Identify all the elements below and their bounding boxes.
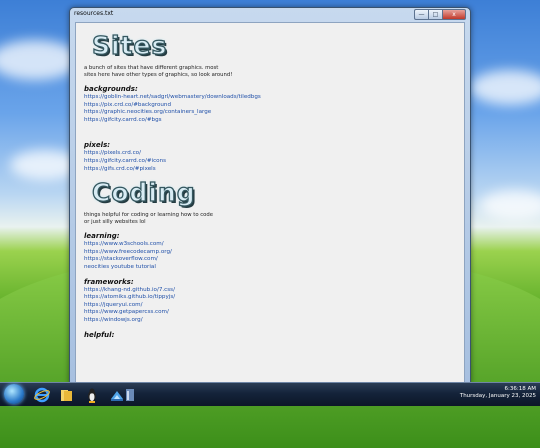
link-item[interactable]: https://gifs.crd.co/#pixels [84,166,454,174]
learning-group: learning: https://www.w3schools.com/ htt… [84,232,454,271]
clock-time: 6:36:18 AM [504,386,536,392]
link-item[interactable]: https://graphic.neocities.org/containers… [84,109,454,117]
file-icon[interactable] [120,386,137,403]
frameworks-heading: frameworks: [84,277,134,286]
link-item[interactable]: https://www.getpapercss.com/ [84,309,454,317]
document-content[interactable]: Sites a bunch of sites that have differe… [75,22,465,383]
coding-description: things helpful for coding or learning ho… [84,212,214,226]
minimize-button[interactable]: — [414,9,428,20]
link-item[interactable]: https://pix.crd.co/#background [84,102,454,110]
link-item[interactable]: https://gifcity.carrd.co/#bgs [84,117,454,125]
maximize-button[interactable]: □ [428,9,442,20]
link-item[interactable]: https://jqueryui.com/ [84,302,454,310]
helpful-heading: helpful: [84,330,115,339]
window-title: resources.txt [74,10,114,17]
pixels-heading: pixels: [84,141,111,150]
link-item[interactable]: https://www.w3schools.com/ [84,241,454,249]
backgrounds-group: backgrounds: https://goblin-heart.net/sa… [84,85,454,124]
link-item[interactable]: https://www.freecodecamp.org/ [84,249,454,257]
learning-heading: learning: [84,232,120,241]
helpful-group: helpful: [84,331,454,340]
link-item[interactable]: https://gifcity.carrd.co/#icons [84,158,454,166]
link-item[interactable]: neocities youtube tutorial [84,264,454,272]
pixels-group: pixels: https://pixels.crd.co/ https://g… [84,141,454,173]
coding-section: Coding things helpful for coding or lear… [84,178,454,339]
frameworks-group: frameworks: https://khang-nd.github.io/7… [84,278,454,325]
coding-banner: Coding [91,178,196,208]
close-button[interactable]: x [442,9,466,20]
sites-banner: Sites [91,30,168,60]
window-titlebar[interactable]: resources.txt — □ x [70,8,470,21]
taskbar-clock[interactable]: 6:36:18 AM Thursday, January 23, 2025 [460,386,536,400]
link-item[interactable]: https://windowjs.org/ [84,317,454,325]
link-item[interactable]: https://khang-nd.github.io/7.css/ [84,287,454,295]
caption-buttons: — □ x [414,9,466,20]
internet-explorer-icon[interactable] [33,386,50,403]
sites-description: a bunch of sites that have different gra… [84,65,233,78]
clock-date: Thursday, January 23, 2025 [459,393,536,399]
folder-icon[interactable] [58,386,75,403]
backgrounds-heading: backgrounds: [84,85,138,93]
taskbar: 6:36:18 AM Thursday, January 23, 2025 [0,382,540,406]
resources-window: resources.txt — □ x Sites a bunch of sit… [69,7,471,384]
link-item[interactable]: https://pixels.crd.co/ [84,150,454,158]
link-item[interactable]: https://goblin-heart.net/sadgrl/webmaste… [84,94,454,102]
sites-section: Sites a bunch of sites that have differe… [84,30,454,173]
link-item[interactable]: https://atomiks.github.io/tippyjs/ [84,294,454,302]
tux-icon[interactable] [83,386,100,403]
link-item[interactable]: https://stackoverflow.com/ [84,256,454,264]
start-button[interactable] [4,384,24,404]
